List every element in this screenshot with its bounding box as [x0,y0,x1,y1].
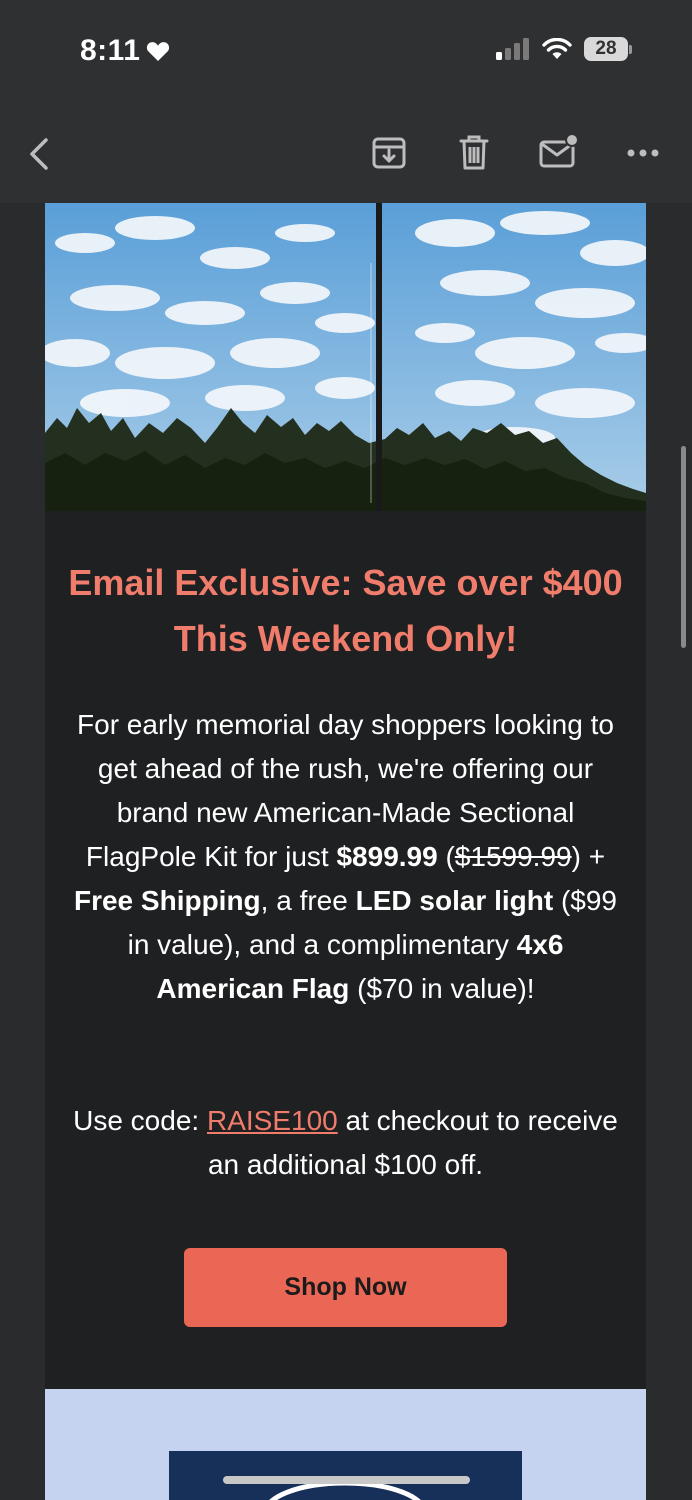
archive-icon[interactable] [372,136,406,170]
wifi-icon [542,38,572,59]
back-icon[interactable] [28,137,50,171]
status-time: 8:11 [80,34,141,67]
promo-code-prefix: Use code: [73,1105,207,1136]
promo-code-link[interactable]: RAISE100 [207,1105,338,1136]
status-right: 28 [496,37,632,61]
flagpole-sky-image [45,203,646,511]
free-shipping: Free Shipping [73,885,261,916]
trash-icon[interactable] [459,135,489,171]
offer-text-5: ($70 in value)! [349,973,535,1004]
original-price: $1599.99 [454,841,572,872]
offer-text-3: , a free [260,885,356,916]
email-body: Email Exclusive: Save over $400 This Wee… [45,203,646,1500]
top-bar: 8:11 28 [0,0,692,203]
promo-code-text: Use code: RAISE100 at checkout to receiv… [70,1099,621,1187]
hero-image [45,203,646,511]
sale-price: $899.99 [336,841,438,872]
home-indicator[interactable] [223,1476,470,1484]
offer-text-2: ) + [571,841,606,872]
mark-unread-icon[interactable] [539,134,579,168]
offer-text-paren: ( [437,841,455,872]
signal-icon [496,38,529,60]
more-icon[interactable] [627,148,659,158]
battery-indicator: 28 [584,37,628,61]
offer-description: For early memorial day shoppers looking … [70,703,621,1011]
heart-icon [146,42,170,61]
led-solar-light: LED solar light [355,885,554,916]
scroll-indicator[interactable] [681,446,686,648]
email-headline: Email Exclusive: Save over $400 This Wee… [68,562,623,659]
shop-now-button[interactable]: Shop Now [184,1248,507,1327]
battery-tip [629,44,632,54]
